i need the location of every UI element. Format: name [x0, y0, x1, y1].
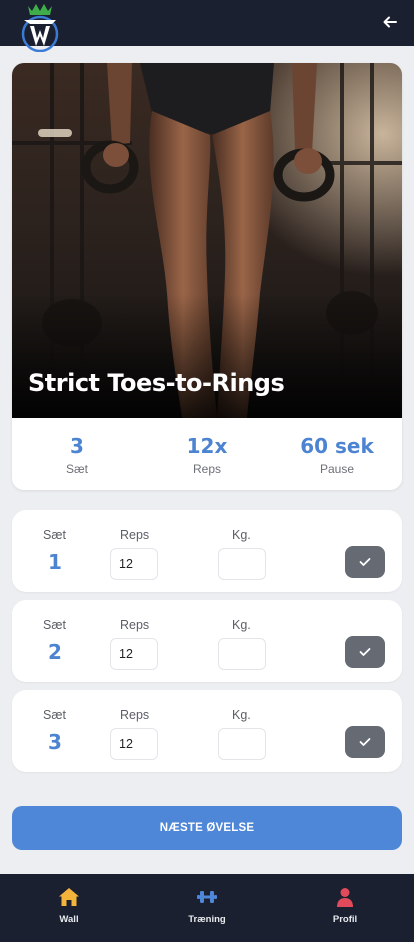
stat-label: Reps [192, 462, 221, 476]
nav-label: Profil [332, 914, 358, 925]
set-label: Sæt [43, 708, 66, 722]
set-row: Sæt Reps Kg. 3 [12, 690, 402, 772]
stat-reps: 12x Reps [142, 418, 272, 490]
stat-pause: 60 sek Pause [272, 418, 402, 490]
set-label: Sæt [43, 618, 66, 632]
brand-logo-icon[interactable] [16, 2, 64, 52]
stat-label: Sæt [65, 462, 88, 476]
stat-sets: 3 Sæt [12, 418, 142, 490]
reps-input[interactable] [110, 638, 158, 670]
stat-value: 60 sek [300, 434, 374, 458]
stat-value: 3 [70, 434, 84, 458]
complete-set-button[interactable] [345, 636, 385, 668]
nav-label: Wall [59, 914, 79, 925]
bottom-nav: Wall Træning Profil [0, 874, 414, 942]
kg-input[interactable] [218, 728, 266, 760]
nav-item-wall[interactable]: Wall [0, 874, 138, 942]
kg-input[interactable] [218, 548, 266, 580]
kg-label: Kg. [232, 618, 251, 632]
reps-input[interactable] [110, 548, 158, 580]
kg-label: Kg. [232, 708, 251, 722]
exercise-title: Strict Toes-to-Rings [28, 369, 285, 397]
exercise-stats: 3 Sæt 12x Reps 60 sek Pause [12, 418, 402, 490]
reps-label: Reps [120, 528, 150, 542]
stat-label: Pause [319, 462, 355, 476]
back-button[interactable] [380, 12, 400, 32]
reps-label: Reps [120, 618, 150, 632]
user-icon [337, 888, 353, 907]
arrow-left-icon [383, 16, 397, 28]
reps-input[interactable] [110, 728, 158, 760]
set-label: Sæt [43, 528, 66, 542]
stat-value: 12x [186, 434, 228, 458]
exercise-image [12, 63, 402, 418]
complete-set-button[interactable] [345, 546, 385, 578]
kg-input[interactable] [218, 638, 266, 670]
complete-set-button[interactable] [345, 726, 385, 758]
next-exercise-button[interactable]: NÆSTE ØVELSE [12, 806, 402, 850]
kg-label: Kg. [232, 528, 251, 542]
home-icon [59, 888, 79, 906]
check-icon [359, 648, 371, 656]
reps-label: Reps [120, 708, 150, 722]
check-icon [359, 558, 371, 566]
set-row: Sæt Reps Kg. 1 [12, 510, 402, 592]
set-row: Sæt Reps Kg. 2 [12, 600, 402, 682]
set-number: 1 [48, 550, 62, 574]
nav-item-traening[interactable]: Træning [138, 874, 276, 942]
nav-item-profil[interactable]: Profil [276, 874, 414, 942]
set-number: 3 [48, 730, 62, 754]
set-number: 2 [48, 640, 62, 664]
app-header [0, 0, 414, 52]
dumbbell-icon [197, 891, 217, 903]
nav-label: Træning [188, 914, 226, 925]
exercise-card: Strict Toes-to-Rings 3 Sæt 12x Reps 60 s… [12, 63, 402, 490]
check-icon [359, 738, 371, 746]
